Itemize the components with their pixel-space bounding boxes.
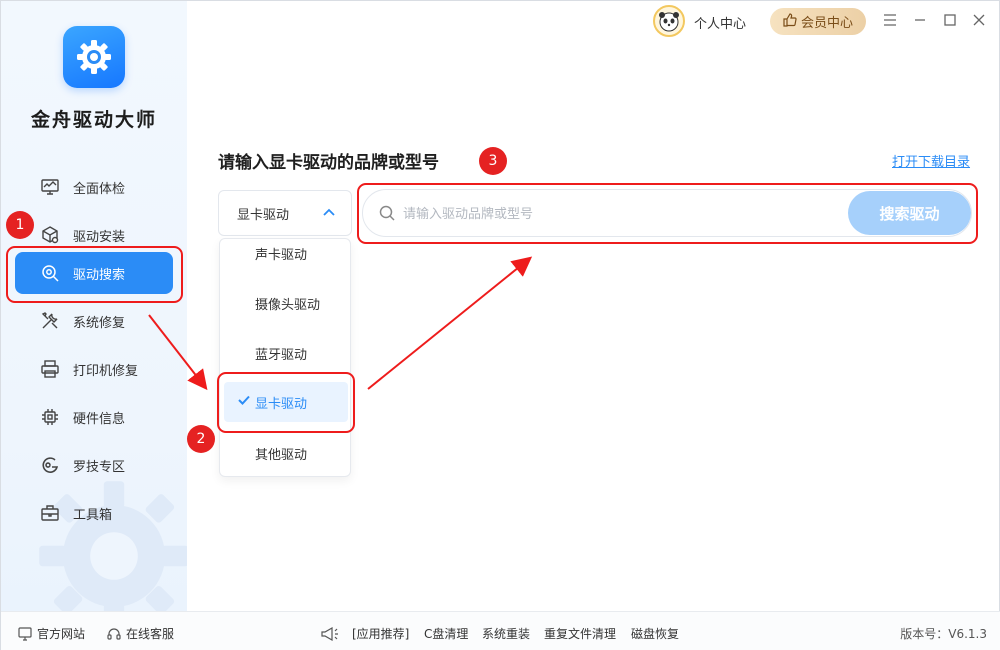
panda-avatar-icon	[659, 12, 679, 32]
sidebar-item-label: 驱动安装	[73, 229, 126, 245]
maximize-icon[interactable]	[941, 11, 959, 29]
thumb-up-icon	[783, 12, 797, 31]
app-name: 金舟驱动大师	[30, 109, 157, 131]
arrow-2-to-3	[367, 256, 533, 390]
sidebar-item-label: 硬件信息	[73, 411, 126, 427]
sidebar-item-logitech[interactable]: 罗技专区	[15, 444, 173, 486]
sidebar-item-label: 系统修复	[73, 315, 126, 331]
menu-icon[interactable]	[881, 11, 899, 29]
official-site-link[interactable]: 官方网站	[18, 625, 85, 642]
annotation-box-2	[217, 372, 355, 433]
personal-center-link[interactable]: 个人中心	[694, 13, 746, 32]
online-service-link[interactable]: 在线客服	[107, 625, 174, 642]
option-label: 蓝牙驱动	[255, 347, 308, 363]
app-window: 金舟驱动大师 全面体检 驱动安装 驱动搜索 系统修复 打印机修复 硬件信息 罗技…	[0, 0, 1000, 650]
sidebar-item-label: 全面体检	[73, 181, 126, 197]
driver-type-value: 显卡驱动	[237, 207, 290, 223]
vip-center-button[interactable]: 会员中心	[770, 8, 866, 35]
gear-logo-icon	[77, 40, 111, 74]
logitech-icon	[39, 454, 61, 476]
option-label: 其他驱动	[255, 447, 308, 463]
sidebar-item-label: 工具箱	[73, 507, 113, 523]
printer-icon	[39, 358, 61, 380]
annotation-box-3	[357, 183, 978, 244]
sidebar-item-full-check[interactable]: 全面体检	[15, 166, 173, 208]
chevron-up-icon	[323, 205, 335, 220]
footer-link-reinstall[interactable]: 系统重装	[482, 625, 530, 642]
headset-icon	[107, 627, 121, 641]
box-gear-icon	[39, 224, 61, 246]
megaphone-icon	[321, 626, 339, 641]
avatar[interactable]	[653, 5, 685, 37]
official-site-label: 官方网站	[37, 627, 86, 641]
footer-link-duplicate-files[interactable]: 重复文件清理	[544, 625, 616, 642]
tools-icon	[39, 310, 61, 332]
sidebar-item-label: 打印机修复	[73, 363, 139, 379]
status-bar: 官方网站 在线客服 [应用推荐] C盘清理 系统重装 重复文件清理 磁盘恢复 版…	[1, 611, 1000, 650]
recommend-text: [应用推荐]	[352, 627, 410, 641]
annotation-badge-3: 3	[479, 147, 507, 175]
dropdown-option-sound[interactable]: 声卡驱动	[220, 239, 350, 273]
toolbox-icon	[39, 502, 61, 524]
monitor-icon	[18, 626, 32, 641]
open-download-folder-link[interactable]: 打开下载目录	[892, 151, 970, 170]
driver-type-select[interactable]: 显卡驱动	[218, 190, 352, 236]
annotation-badge-2: 2	[187, 425, 215, 453]
option-label: 摄像头驱动	[255, 297, 321, 313]
top-bar: 个人中心 会员中心	[641, 5, 997, 37]
sidebar-item-printer-repair[interactable]: 打印机修复	[15, 348, 173, 390]
dropdown-option-other[interactable]: 其他驱动	[220, 433, 350, 473]
monitor-icon	[39, 176, 61, 198]
driver-type-dropdown: 声卡驱动 摄像头驱动 蓝牙驱动 显卡驱动 其他驱动	[219, 238, 351, 477]
annotation-badge-1: 1	[6, 211, 34, 239]
footer-link-disk-recovery[interactable]: 磁盘恢复	[631, 625, 679, 642]
vip-center-label: 会员中心	[800, 16, 853, 31]
dropdown-option-bluetooth[interactable]: 蓝牙驱动	[220, 333, 350, 373]
sidebar-item-system-repair[interactable]: 系统修复	[15, 300, 173, 342]
online-service-label: 在线客服	[126, 627, 175, 641]
dropdown-option-camera[interactable]: 摄像头驱动	[220, 283, 350, 323]
recommend-label: [应用推荐]	[321, 625, 409, 642]
chip-icon	[39, 406, 61, 428]
sidebar-item-label: 罗技专区	[73, 459, 126, 475]
app-logo	[63, 26, 125, 88]
sidebar: 金舟驱动大师 全面体检 驱动安装 驱动搜索 系统修复 打印机修复 硬件信息 罗技…	[1, 1, 187, 611]
close-icon[interactable]	[970, 11, 988, 29]
version-label: 版本号：V6.1.3	[900, 627, 987, 641]
minimize-icon[interactable]	[911, 11, 929, 29]
sidebar-item-toolbox[interactable]: 工具箱	[15, 492, 173, 534]
option-label: 声卡驱动	[255, 247, 308, 263]
sidebar-item-hardware-info[interactable]: 硬件信息	[15, 396, 173, 438]
footer-link-c-clean[interactable]: C盘清理	[424, 625, 468, 642]
page-title: 请输入显卡驱动的品牌或型号	[218, 153, 439, 173]
annotation-box-1	[6, 246, 183, 303]
